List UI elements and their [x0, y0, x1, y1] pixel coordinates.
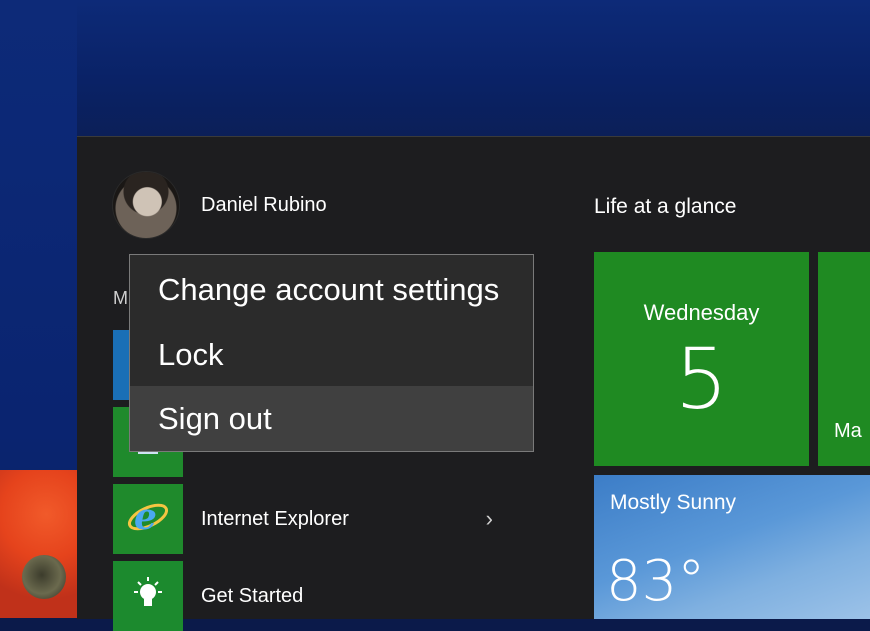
- calendar-day: Wednesday: [643, 300, 760, 325]
- user-account[interactable]: Daniel Rubino: [113, 172, 327, 238]
- avatar[interactable]: [113, 172, 179, 238]
- menu-item-lock[interactable]: Lock: [130, 322, 533, 387]
- weather-temperature: 83°: [606, 549, 706, 614]
- app-label: Internet Explorer: [201, 507, 349, 530]
- account-context-menu: Change account settings Lock Sign out: [129, 254, 534, 452]
- menu-item-change-account-settings[interactable]: Change account settings: [130, 257, 533, 322]
- desktop-wallpaper-top: [0, 0, 870, 136]
- internet-explorer-icon: e: [126, 495, 170, 544]
- menu-item-sign-out[interactable]: Sign out: [130, 386, 533, 451]
- user-name[interactable]: Daniel Rubino: [201, 194, 327, 217]
- desktop-wallpaper-eye: [22, 555, 66, 599]
- app-tile: [113, 561, 183, 631]
- mail-label: Ma: [834, 420, 862, 442]
- tile-group-title: Life at a glance: [594, 195, 737, 218]
- mail-tile[interactable]: Ma: [818, 252, 870, 466]
- app-item-internet-explorer[interactable]: e Internet Explorer ›: [113, 484, 533, 554]
- app-label: Get Started: [201, 584, 304, 607]
- lightbulb-icon: [128, 574, 168, 619]
- app-tile: e: [113, 484, 183, 554]
- calendar-date: 5: [674, 330, 729, 428]
- svg-text:e: e: [134, 496, 157, 538]
- calendar-tile[interactable]: Wednesday 5: [594, 252, 809, 466]
- weather-condition: Mostly Sunny: [610, 491, 737, 514]
- chevron-right-icon[interactable]: ›: [486, 506, 493, 532]
- weather-tile[interactable]: Mostly Sunny 83°: [594, 475, 870, 619]
- apps-section-letter: M: [113, 288, 128, 308]
- app-item-get-started[interactable]: Get Started: [113, 561, 533, 631]
